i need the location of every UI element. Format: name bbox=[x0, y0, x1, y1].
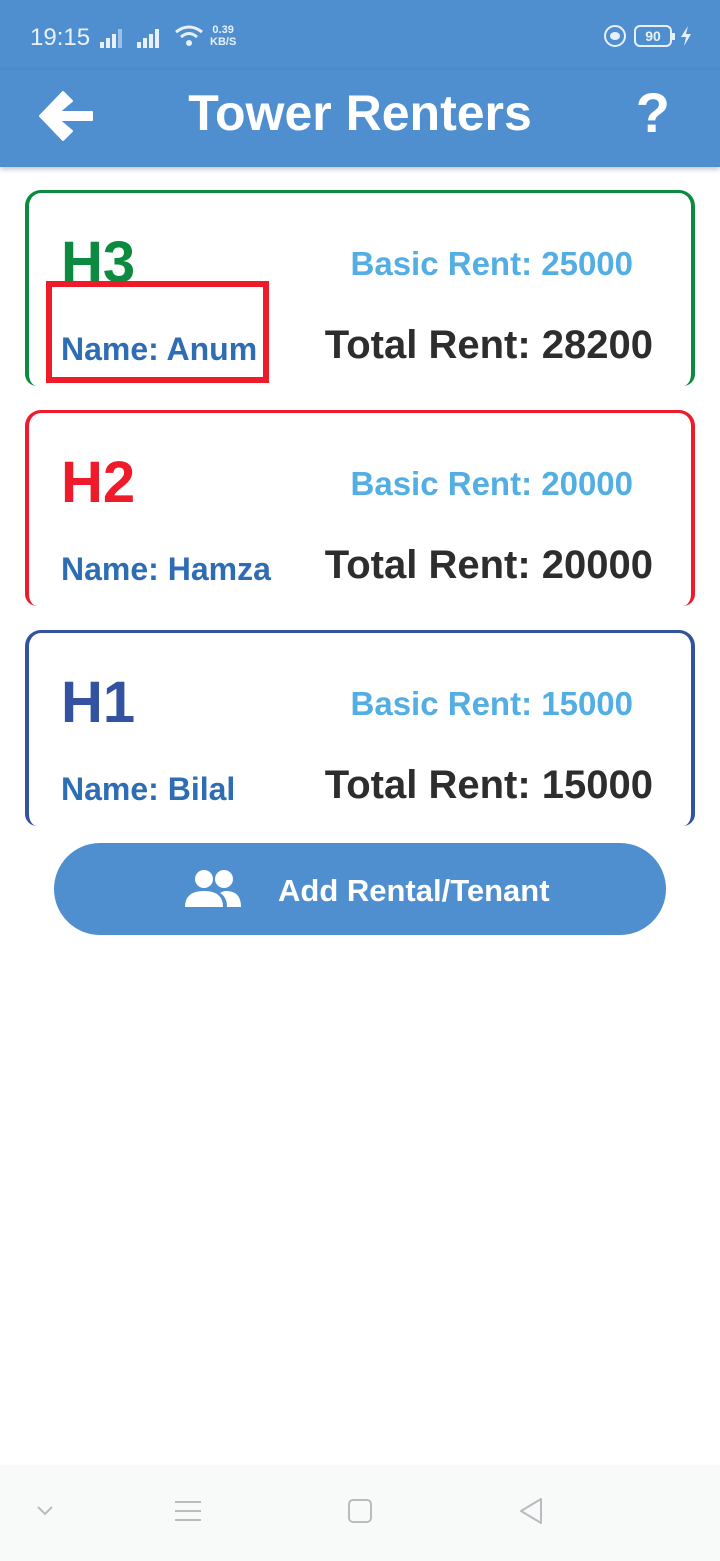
unit-label: H2 bbox=[61, 450, 136, 515]
rental-card-h2[interactable]: H2 Basic Rent: 20000 Name: Hamza Total R… bbox=[25, 410, 695, 606]
tenant-name: Name: Hamza bbox=[61, 551, 271, 587]
total-rent: Total Rent: 15000 bbox=[324, 763, 653, 807]
charging-icon bbox=[681, 26, 691, 46]
add-rental-tenant-button[interactable]: Add Rental/Tenant bbox=[54, 843, 666, 935]
signal-icon bbox=[100, 29, 122, 48]
chevron-down-icon[interactable] bbox=[36, 1505, 54, 1517]
rental-card-h1[interactable]: H1 Basic Rent: 15000 Name: Bilal Total R… bbox=[25, 630, 695, 826]
help-button[interactable]: ? bbox=[636, 80, 670, 145]
basic-rent: Basic Rent: 15000 bbox=[350, 685, 633, 722]
net-speed: 0.39 KB/S bbox=[210, 24, 236, 48]
people-icon bbox=[185, 870, 241, 907]
total-rent: Total Rent: 20000 bbox=[324, 543, 653, 587]
signal-icon bbox=[137, 29, 159, 48]
wifi-icon bbox=[175, 25, 203, 46]
back-triangle-icon[interactable] bbox=[518, 1497, 544, 1525]
page-title: Tower Renters bbox=[188, 85, 532, 141]
status-bar: 19:15 0.39 KB/S 90 bbox=[0, 0, 720, 70]
net-speed-value: 0.39 bbox=[212, 24, 234, 36]
app-bar: Tower Renters ? bbox=[0, 70, 720, 167]
total-rent: Total Rent: 28200 bbox=[324, 323, 653, 367]
highlight-box bbox=[46, 281, 269, 383]
basic-rent: Basic Rent: 20000 bbox=[350, 465, 633, 502]
add-button-label: Add Rental/Tenant bbox=[278, 873, 550, 908]
net-speed-unit: KB/S bbox=[210, 36, 237, 48]
status-right: 90 bbox=[604, 25, 692, 47]
basic-rent: Basic Rent: 25000 bbox=[350, 245, 633, 282]
battery-icon: 90 bbox=[634, 25, 675, 47]
status-time: 19:15 bbox=[30, 24, 91, 51]
tenant-name: Name: Bilal bbox=[61, 771, 236, 807]
system-nav-bar bbox=[0, 1465, 720, 1561]
menu-icon[interactable] bbox=[175, 1499, 201, 1523]
home-square-icon[interactable] bbox=[348, 1499, 372, 1523]
unit-label: H1 bbox=[61, 670, 136, 735]
eye-comfort-icon bbox=[604, 25, 626, 47]
